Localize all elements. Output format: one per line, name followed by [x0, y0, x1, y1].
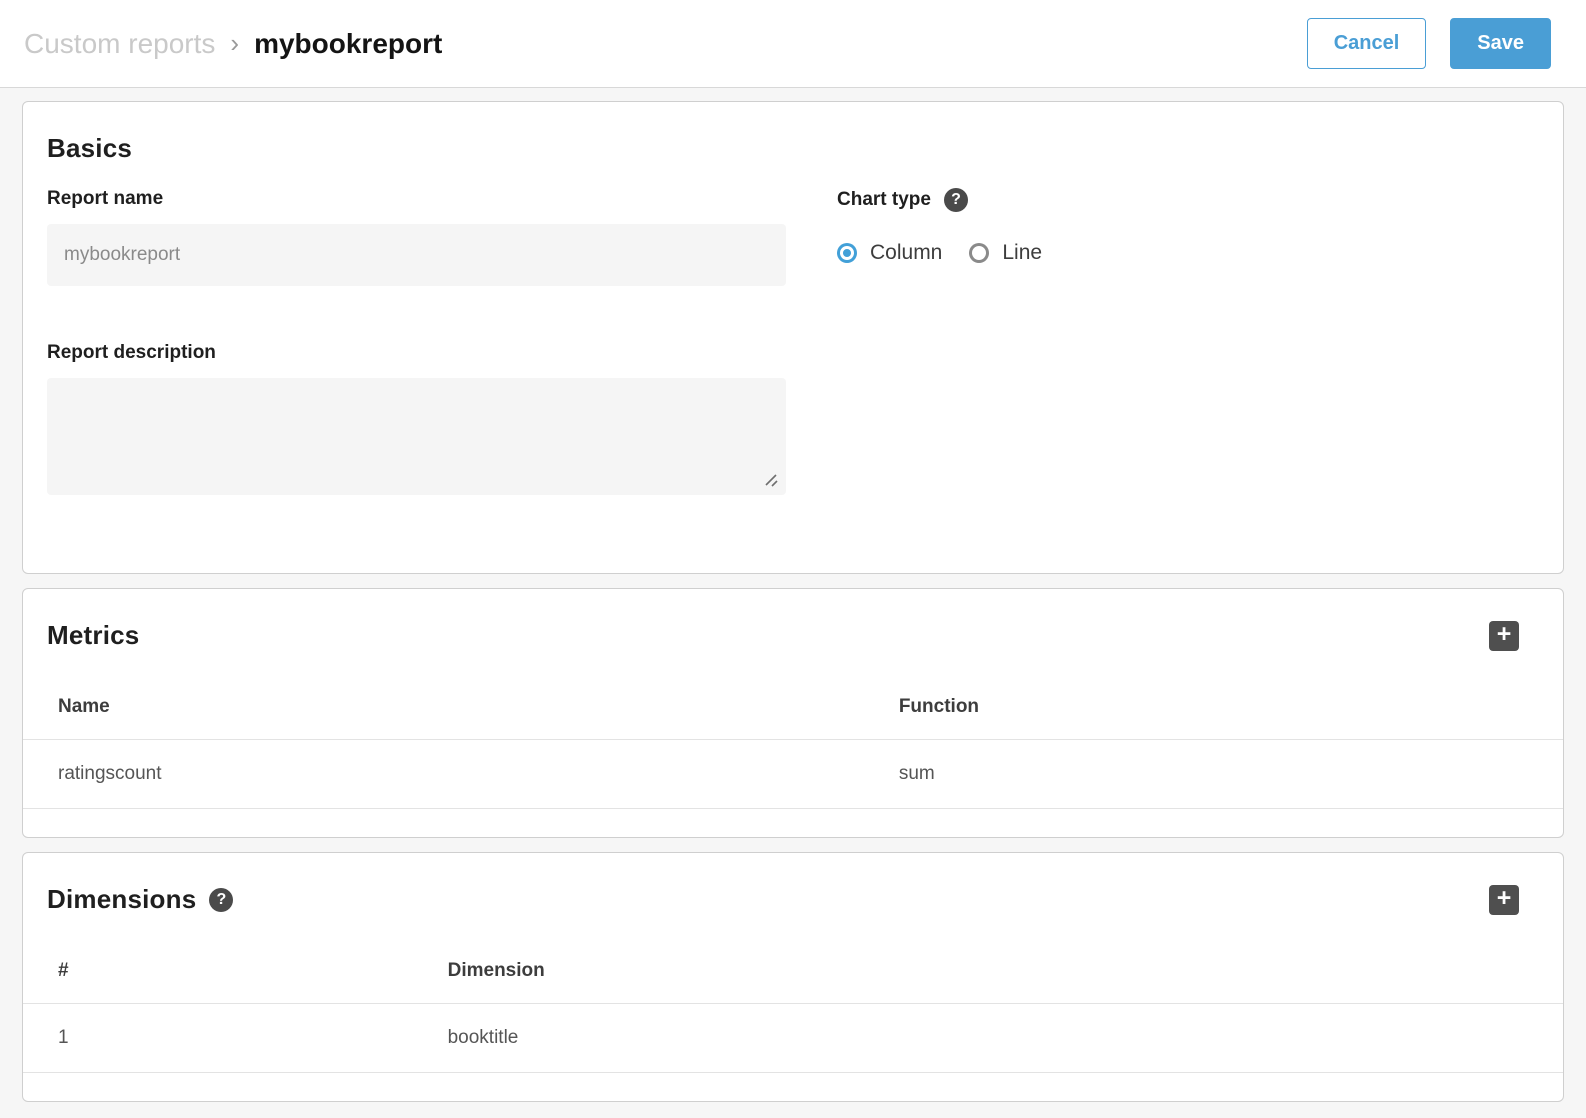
main-content: Basics Report name Report description — [0, 88, 1586, 1102]
dimensions-col-dimension: Dimension — [413, 939, 1563, 1004]
metrics-table: Name Function ratingscount sum — [23, 675, 1563, 809]
metrics-table-row[interactable]: ratingscount sum — [23, 740, 1563, 809]
chart-type-help-icon[interactable]: ? — [944, 188, 968, 212]
breadcrumb-current: mybookreport — [254, 28, 442, 60]
basics-title: Basics — [47, 133, 1539, 164]
breadcrumb-parent-link[interactable]: Custom reports — [24, 28, 215, 60]
radio-unselected-icon — [972, 246, 986, 260]
metrics-title: Metrics — [47, 620, 139, 651]
dimensions-card-header: Dimensions ? + — [23, 853, 1563, 939]
dimensions-help-icon[interactable]: ? — [209, 888, 233, 912]
radio-selected-icon — [840, 246, 854, 260]
breadcrumb: Custom reports › mybookreport — [24, 28, 442, 60]
report-description-input[interactable] — [47, 378, 786, 495]
chart-type-label: Chart type — [837, 189, 931, 211]
metrics-card: Metrics + Name Function ratingscount sum — [22, 588, 1564, 838]
dimensions-col-index: # — [23, 939, 413, 1004]
report-name-label: Report name — [47, 188, 786, 210]
dimensions-title: Dimensions — [47, 884, 196, 915]
radio-column-label: Column — [870, 241, 942, 265]
cancel-button[interactable]: Cancel — [1307, 18, 1427, 69]
dimension-index-cell: 1 — [23, 1004, 413, 1073]
report-name-input[interactable] — [47, 224, 786, 286]
dimensions-title-wrap: Dimensions ? — [47, 884, 233, 915]
add-metric-button[interactable]: + — [1489, 621, 1519, 651]
metrics-table-header-row: Name Function — [23, 675, 1563, 740]
page-header: Custom reports › mybookreport Cancel Sav… — [0, 0, 1586, 88]
dimensions-table: # Dimension 1 booktitle — [23, 939, 1563, 1073]
basics-form-left: Report name Report description — [47, 188, 786, 495]
chart-type-header: Chart type ? — [837, 188, 1539, 212]
chart-type-radio-group: Column Line — [837, 241, 1539, 265]
dimension-name-cell: booktitle — [413, 1004, 1563, 1073]
metrics-card-header: Metrics + — [23, 589, 1563, 675]
basics-form: Report name Report description Chart typ… — [47, 188, 1539, 495]
metrics-title-wrap: Metrics — [47, 620, 139, 651]
add-dimension-button[interactable]: + — [1489, 885, 1519, 915]
metric-function-cell: sum — [864, 740, 1563, 809]
breadcrumb-chevron-icon: › — [230, 28, 239, 59]
metrics-col-name: Name — [23, 675, 864, 740]
dimensions-table-row[interactable]: 1 booktitle — [23, 1004, 1563, 1073]
dimensions-card: Dimensions ? + # Dimension 1 booktitle — [22, 852, 1564, 1102]
save-button[interactable]: Save — [1450, 18, 1551, 69]
radio-line-label: Line — [1002, 241, 1042, 265]
dimensions-table-header-row: # Dimension — [23, 939, 1563, 1004]
metric-name-cell: ratingscount — [23, 740, 864, 809]
header-actions: Cancel Save — [1307, 18, 1551, 69]
metrics-col-function: Function — [864, 675, 1563, 740]
report-description-label: Report description — [47, 342, 786, 364]
chart-type-section: Chart type ? Column Line — [837, 188, 1539, 495]
basics-card: Basics Report name Report description — [22, 101, 1564, 574]
report-description-wrap — [47, 378, 786, 495]
chart-type-radio-line[interactable]: Line — [969, 241, 1042, 265]
chart-type-radio-column[interactable]: Column — [837, 241, 942, 265]
